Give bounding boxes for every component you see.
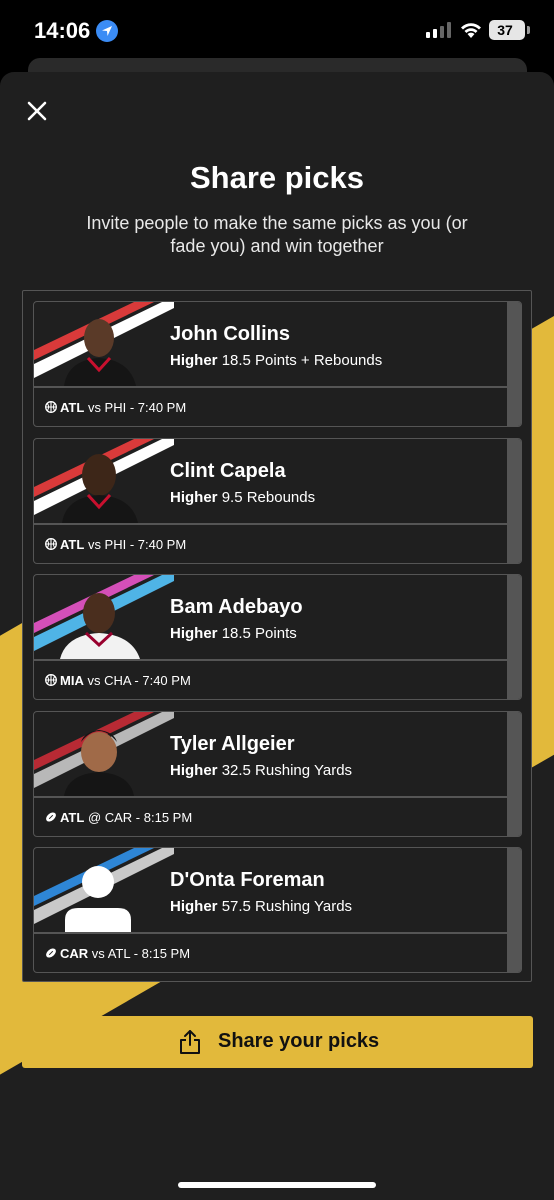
matchup: vs PHI - 7:40 PM [87,537,187,552]
player-name: Bam Adebayo [170,596,303,618]
player-head [81,732,117,772]
player-head [82,454,116,496]
share-icon [180,1030,200,1054]
basketball-icon [45,401,57,413]
game-info: ATL vs PHI - 7:40 PM [45,537,186,552]
home-indicator[interactable] [178,1182,376,1188]
matchup: vs PHI - 7:40 PM [87,400,187,415]
pick-stat: 18.5 Points [221,625,297,642]
team-abbr: CAR [60,946,89,961]
share-picks-button[interactable]: Share your picks [22,1016,533,1068]
pick-card[interactable]: Bam Adebayo Higher 18.5 Points MIA vs CH… [33,574,522,700]
pick-direction: Higher [170,352,218,369]
basketball-icon [45,674,57,686]
basketball-icon [45,538,57,550]
matchup: vs CHA - 7:40 PM [87,673,191,688]
sheet-title: Share picks [189,160,365,195]
game-info: ATL @ CAR - 8:15 PM [45,810,192,825]
player-image [34,439,174,523]
share-picks-sheet: Share picks Invite people to make the sa… [0,72,554,1200]
divider [34,523,509,525]
pick-stat: 9.5 Rebounds [221,489,316,506]
pick-card[interactable]: John Collins Higher 18.5 Points + Reboun… [33,301,522,427]
team-abbr: MIA [60,673,84,688]
player-jersey [62,495,138,523]
pick-card[interactable]: Tyler Allgeier Higher 32.5 Rushing Yards… [33,711,522,837]
player-name: John Collins [170,323,290,345]
battery-icon: 37 [489,20,525,40]
player-jersey [64,358,136,386]
pick-card[interactable]: Clint Capela Higher 9.5 Rebounds ATL vs … [33,438,522,564]
placeholder-avatar-icon [82,866,114,898]
player-image [34,302,174,386]
divider [34,386,509,388]
pick-line: Higher 18.5 Points + Rebounds [170,352,382,369]
divider [34,932,509,934]
player-jersey [64,772,134,796]
pick-stat: 18.5 Points + Rebounds [221,352,383,369]
player-head [83,593,115,633]
player-name: D'Onta Foreman [170,869,325,891]
divider [34,659,509,661]
location-arrow-icon [96,20,118,42]
player-name: Clint Capela [170,460,286,482]
player-image [34,848,174,932]
game-info: ATL vs PHI - 7:40 PM [45,400,186,415]
card-side-bar [507,712,521,836]
pick-direction: Higher [170,898,218,915]
divider [34,796,509,798]
game-info: MIA vs CHA - 7:40 PM [45,673,191,688]
player-name: Tyler Allgeier [170,733,295,755]
picks-list: John Collins Higher 18.5 Points + Reboun… [22,290,532,982]
team-abbr: ATL [60,810,85,825]
team-abbr: ATL [60,400,85,415]
player-head [84,319,114,357]
matchup: vs ATL - 8:15 PM [91,946,191,961]
status-bar: 14:06 37 [0,0,554,62]
sheet-subtitle: Invite people to make the same picks as … [86,213,468,256]
pick-direction: Higher [170,625,218,642]
status-time: 14:06 [34,18,91,43]
wifi-icon [461,23,481,38]
battery-nub [527,26,530,34]
football-icon [46,812,56,822]
close-button[interactable] [20,94,54,128]
pick-direction: Higher [170,762,218,779]
pick-direction: Higher [170,489,218,506]
card-side-bar [507,439,521,563]
pick-stat: 32.5 Rushing Yards [221,762,353,779]
team-abbr: ATL [60,537,85,552]
battery-level: 37 [497,22,513,38]
pick-line: Higher 18.5 Points [170,625,297,642]
pick-card[interactable]: D'Onta Foreman Higher 57.5 Rushing Yards… [33,847,522,973]
pick-line: Higher 57.5 Rushing Yards [170,898,352,915]
game-info: CAR vs ATL - 8:15 PM [45,946,190,961]
close-icon [27,101,47,121]
share-button-label: Share your picks [218,1030,380,1052]
card-side-bar [507,848,521,972]
card-side-bar [507,302,521,426]
player-image [34,575,174,659]
pick-line: Higher 32.5 Rushing Yards [170,762,352,779]
cellular-signal-icon [426,22,451,38]
football-icon [46,948,56,958]
matchup: @ CAR - 8:15 PM [87,810,193,825]
card-side-bar [507,575,521,699]
player-image [34,712,174,796]
pick-line: Higher 9.5 Rebounds [170,489,315,506]
pick-stat: 57.5 Rushing Yards [221,898,353,915]
